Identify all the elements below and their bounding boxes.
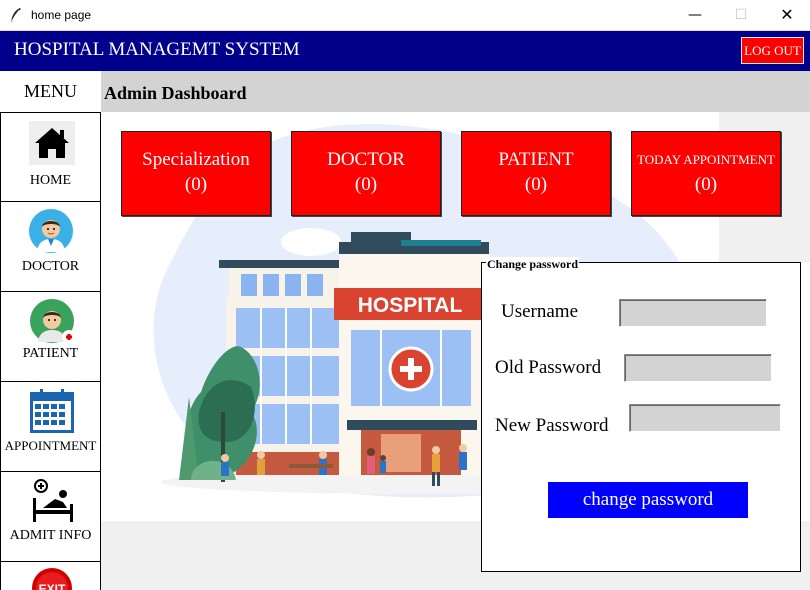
exit-icon-label: EXIT <box>39 582 66 590</box>
logout-button[interactable]: LOG OUT <box>741 37 804 64</box>
sidebar-item-patient[interactable]: PATIENT <box>0 291 101 382</box>
doctor-icon <box>29 209 73 253</box>
sidebar-item-label: APPOINTMENT <box>4 438 97 453</box>
old-password-label: Old Password <box>495 357 602 378</box>
home-icon <box>29 121 75 165</box>
change-password-panel: Change password Username Old Password Ne… <box>481 257 801 572</box>
sidebar-item-home[interactable]: HOME <box>0 112 101 202</box>
change-password-button[interactable]: change password <box>548 482 748 518</box>
old-password-field[interactable] <box>624 354 772 382</box>
sidebar-item-label: PATIENT <box>22 346 79 361</box>
sidebar-item-label: DOCTOR <box>21 259 80 274</box>
stat-card-count: (0) <box>694 174 718 195</box>
sidebar-item-label: ADMIT INFO <box>9 528 92 543</box>
exit-icon: EXIT <box>32 568 72 590</box>
stat-card-count: (0) <box>524 174 548 195</box>
sidebar-item-doctor[interactable]: DOCTOR <box>0 201 101 292</box>
stat-card-specialization[interactable]: Specialization (0) <box>121 131 271 216</box>
stat-card-patient[interactable]: PATIENT (0) <box>461 131 611 216</box>
sidebar-item-label: HOME <box>29 173 72 188</box>
sidebar-menu-heading: MENU <box>0 71 101 112</box>
calendar-icon <box>30 389 74 433</box>
stat-card-count: (0) <box>184 174 208 195</box>
patient-icon <box>30 299 76 344</box>
hospital-sign: HOSPITAL <box>358 294 463 317</box>
new-password-label: New Password <box>495 415 609 436</box>
content-header: Admin Dashboard <box>101 71 810 112</box>
stat-card-today-appointment[interactable]: TODAY APPOINTMENT (0) <box>631 131 781 216</box>
username-field[interactable] <box>619 299 767 327</box>
new-password-field[interactable] <box>629 404 781 432</box>
window-title-bar: home page — ☐ ✕ <box>0 0 810 31</box>
stat-card-label: TODAY APPOINTMENT <box>637 152 775 167</box>
stat-card-label: Specialization <box>142 149 250 170</box>
stat-card-count: (0) <box>354 174 378 195</box>
hospital-bed-icon <box>33 479 73 522</box>
sidebar-item-exit[interactable]: EXIT <box>0 561 101 590</box>
stat-card-doctor[interactable]: DOCTOR (0) <box>291 131 441 216</box>
change-password-legend: Change password <box>486 257 580 272</box>
username-label: Username <box>501 301 579 322</box>
maximize-button[interactable]: ☐ <box>718 0 764 31</box>
close-button[interactable]: ✕ <box>764 0 810 31</box>
sidebar-item-admit-info[interactable]: ADMIT INFO <box>0 471 101 562</box>
minimize-button[interactable]: — <box>672 0 718 31</box>
app-header: HOSPITAL MANAGEMT SYSTEM <box>0 31 810 71</box>
sidebar-item-appointment[interactable]: APPOINTMENT <box>0 381 101 472</box>
app-title: HOSPITAL MANAGEMT SYSTEM <box>14 39 300 60</box>
stat-card-label: DOCTOR <box>327 149 405 170</box>
window-title: home page <box>31 8 92 22</box>
stat-card-label: PATIENT <box>498 149 574 170</box>
page-title: Admin Dashboard <box>104 83 247 103</box>
feather-icon <box>10 8 21 23</box>
